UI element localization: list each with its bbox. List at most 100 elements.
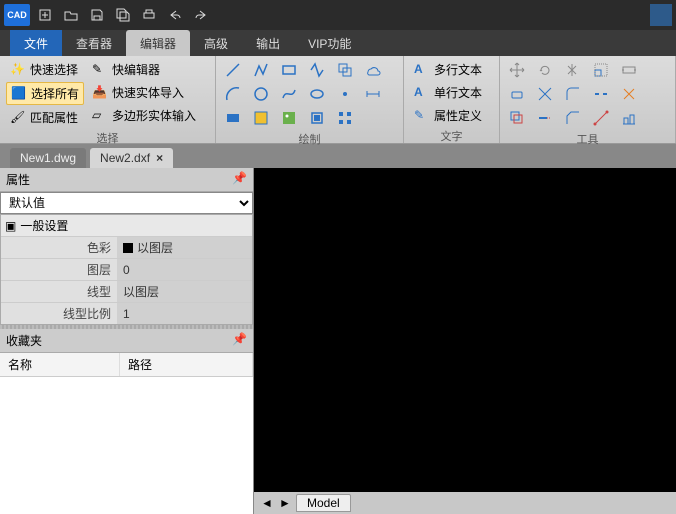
drawing-canvas[interactable]: ◄ ► Model [254, 168, 676, 514]
tab-next-icon[interactable]: ► [278, 496, 292, 510]
open-icon[interactable] [60, 4, 82, 26]
point-icon[interactable] [334, 83, 356, 105]
singleline-text-button[interactable]: A单行文本 [410, 82, 486, 103]
ribbon-group-draw: 绘制 [216, 56, 404, 143]
measure-icon[interactable] [590, 107, 612, 129]
copy-icon[interactable] [334, 59, 356, 81]
doc-tab-label: New1.dwg [20, 151, 76, 165]
model-tab-bar: ◄ ► Model [254, 492, 676, 514]
menu-file[interactable]: 文件 [10, 30, 62, 56]
ribbon-label-draw: 绘制 [222, 129, 397, 147]
ribbon-group-text: A多行文本 A单行文本 ✎属性定义 文字 [404, 56, 500, 143]
main-area: 属性 📌 默认值 ▣一般设置 色彩 以图层 图层 0 线型 以图层 线型比例 1 [0, 168, 676, 514]
block-icon[interactable] [306, 107, 328, 129]
prop-row-ltype: 线型 以图层 [1, 280, 252, 302]
menu-advanced[interactable]: 高级 [190, 30, 242, 56]
dim-icon[interactable] [362, 83, 384, 105]
print-icon[interactable] [138, 4, 160, 26]
rectangle-icon[interactable] [278, 59, 300, 81]
move-icon[interactable] [506, 59, 528, 81]
fillet-icon[interactable] [562, 83, 584, 105]
erase-icon[interactable] [506, 83, 528, 105]
menu-editor[interactable]: 编辑器 [126, 30, 190, 56]
prop-val[interactable]: 以图层 [117, 281, 252, 302]
undo-icon[interactable] [164, 4, 186, 26]
close-icon[interactable]: × [156, 151, 163, 165]
fav-col-path[interactable]: 路径 [120, 353, 253, 376]
doc-tab[interactable]: New2.dxf× [90, 148, 173, 168]
wand-icon: ✨ [10, 62, 26, 78]
rotate-icon[interactable] [534, 59, 556, 81]
redo-icon[interactable] [190, 4, 212, 26]
align-icon[interactable] [618, 107, 640, 129]
quick-select-button[interactable]: ✨快速选择 [6, 59, 84, 80]
select-all-icon: 🟦 [11, 86, 27, 102]
saveall-icon[interactable] [112, 4, 134, 26]
explode-icon[interactable] [618, 83, 640, 105]
menu-viewer[interactable]: 查看器 [62, 30, 126, 56]
menu-output[interactable]: 输出 [242, 30, 294, 56]
properties-table: ▣一般设置 色彩 以图层 图层 0 线型 以图层 线型比例 1 [0, 214, 253, 325]
rect-fill-icon[interactable] [222, 107, 244, 129]
menu-vip[interactable]: VIP功能 [294, 30, 365, 56]
trim-icon[interactable] [534, 83, 556, 105]
mirror-icon[interactable] [562, 59, 584, 81]
pin-icon[interactable]: 📌 [232, 332, 247, 349]
prop-val-text: 以图层 [137, 239, 173, 256]
multiline-text-label: 多行文本 [434, 61, 482, 78]
doc-tab[interactable]: New1.dwg [10, 148, 86, 168]
tab-prev-icon[interactable]: ◄ [260, 496, 274, 510]
document-tabs: New1.dwg New2.dxf× [0, 144, 676, 168]
attr-def-button[interactable]: ✎属性定义 [410, 105, 486, 126]
prop-row-ltscale: 线型比例 1 [1, 302, 252, 324]
line-icon[interactable] [222, 59, 244, 81]
polygon-icon: ▱ [92, 108, 108, 124]
quick-editor-label: 快编辑器 [112, 61, 160, 78]
break-icon[interactable] [590, 83, 612, 105]
ellipse-icon[interactable] [306, 83, 328, 105]
hatch-icon[interactable] [250, 107, 272, 129]
chamfer-icon[interactable] [562, 107, 584, 129]
circle-icon[interactable] [250, 83, 272, 105]
prop-section[interactable]: ▣一般设置 [1, 215, 252, 236]
pin-icon[interactable]: 📌 [232, 171, 247, 188]
multiline-text-button[interactable]: A多行文本 [410, 59, 486, 80]
quick-select-label: 快速选择 [30, 61, 78, 78]
match-prop-button[interactable]: 🖌匹配属性 [6, 107, 84, 128]
array-icon[interactable] [334, 107, 356, 129]
ribbon-label-text: 文字 [410, 126, 493, 144]
extend-icon[interactable] [534, 107, 556, 129]
fav-col-name[interactable]: 名称 [0, 353, 120, 376]
polyline2-icon[interactable] [306, 59, 328, 81]
quick-entity-import-button[interactable]: 📥快速实体导入 [88, 82, 200, 103]
prop-key: 色彩 [1, 237, 117, 258]
prop-val[interactable]: 以图层 [117, 237, 252, 258]
ribbon-label-select: 选择 [6, 128, 209, 146]
import-icon: 📥 [92, 85, 108, 101]
properties-title: 属性 [6, 171, 30, 188]
polygon-entity-input-button[interactable]: ▱多边形实体输入 [88, 105, 200, 126]
model-tab[interactable]: Model [296, 494, 351, 512]
stretch-icon[interactable] [618, 59, 640, 81]
left-panel: 属性 📌 默认值 ▣一般设置 色彩 以图层 图层 0 线型 以图层 线型比例 1 [0, 168, 254, 514]
prop-val[interactable]: 0 [117, 259, 252, 280]
collapse-icon[interactable]: ▣ [5, 219, 16, 233]
ribbon-group-tools: 工具 [500, 56, 676, 143]
prop-key: 图层 [1, 259, 117, 280]
scale-icon[interactable] [590, 59, 612, 81]
new-icon[interactable] [34, 4, 56, 26]
offset-icon[interactable] [506, 107, 528, 129]
quick-editor-button[interactable]: ✎快编辑器 [88, 59, 200, 80]
polyline-icon[interactable] [250, 59, 272, 81]
spline-icon[interactable] [278, 83, 300, 105]
properties-combo[interactable]: 默认值 [0, 192, 253, 214]
image-icon[interactable] [278, 107, 300, 129]
save-icon[interactable] [86, 4, 108, 26]
quick-entity-import-label: 快速实体导入 [112, 84, 184, 101]
cloud-icon[interactable] [362, 59, 384, 81]
prop-key: 线型比例 [1, 303, 117, 324]
arc-icon[interactable] [222, 83, 244, 105]
attr-def-label: 属性定义 [434, 107, 482, 124]
select-all-button[interactable]: 🟦选择所有 [6, 82, 84, 105]
prop-val[interactable]: 1 [117, 303, 252, 324]
